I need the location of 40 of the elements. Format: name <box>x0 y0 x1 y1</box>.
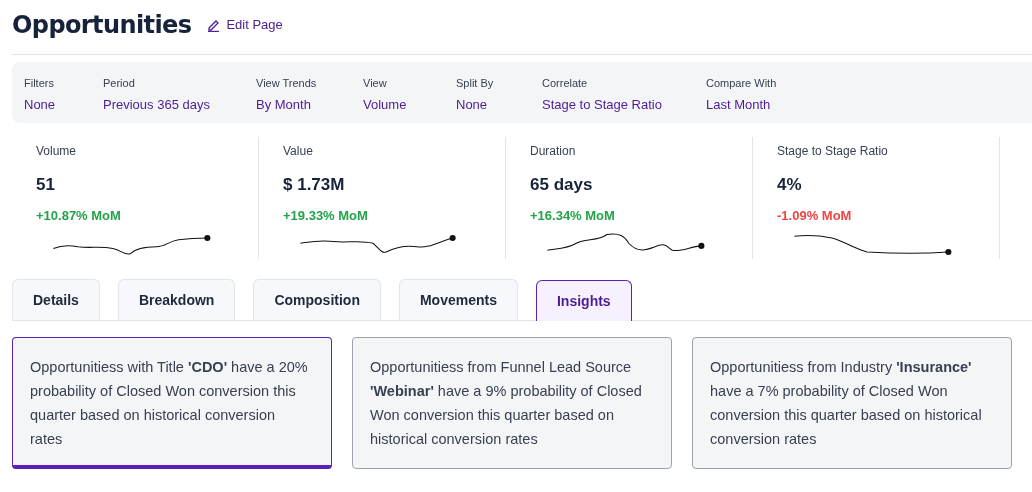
metric-label: Volume <box>36 143 77 160</box>
metric-value: $ 1.73M <box>283 174 345 196</box>
filter-value-link[interactable]: Volume <box>363 94 407 114</box>
metric-change: +19.33% MoM <box>283 206 368 225</box>
insight-card[interactable]: Opportunitiess from Funnel Lead Source 'Webinar' have a 9% probability of Closed Won conversion this quarter based on historical conversion rates <box>352 337 672 469</box>
filter-value-link[interactable]: None <box>456 94 488 114</box>
filter-label: View Trends <box>256 76 318 91</box>
tab[interactable]: Insights <box>535 280 632 321</box>
edit-page-link[interactable]: Edit Page <box>207 15 283 35</box>
insight-text: Opportunitiess from Industry 'Insurance' have a 7% probability of Closed Won conversion this quarter based on historical conversion rates <box>710 358 983 449</box>
filter-value-link[interactable]: Last Month <box>706 94 771 114</box>
pencil-icon <box>207 18 221 32</box>
metric-value: 4% <box>777 174 802 196</box>
metric-value: 65 days <box>530 174 593 196</box>
filter-label: View <box>363 76 388 91</box>
filter-value-link[interactable]: By Month <box>256 94 311 114</box>
insight-text: Opportunitiess with Title 'CDO' have a 20% probability of Closed Won conversion this quarter based on historical conversion rates <box>30 358 309 449</box>
tab[interactable]: Breakdown <box>117 279 236 320</box>
filter-label: Correlate <box>542 76 589 91</box>
filter-value-link[interactable]: Stage to Stage Ratio <box>542 94 662 114</box>
tab[interactable]: Movements <box>398 279 518 320</box>
metric-label: Value <box>283 143 313 160</box>
filter-label: Filters <box>24 76 55 91</box>
filter-label: Period <box>103 76 136 91</box>
metric-change: +10.87% MoM <box>36 206 121 225</box>
page-title: Opportunities <box>12 10 192 41</box>
insight-text: Opportunitiess from Funnel Lead Source 'Webinar' have a 9% probability of Closed Won conversion this quarter based on historical conversion rates <box>370 358 643 449</box>
filter-value-link[interactable]: Previous 365 days <box>103 94 210 114</box>
filter-value-link[interactable]: None <box>24 94 56 114</box>
tab[interactable]: Details <box>12 279 100 320</box>
tab[interactable]: Composition <box>253 279 381 320</box>
filter-label: Split By <box>456 76 495 91</box>
insight-card[interactable]: Opportunitiess from Industry 'Insurance' have a 7% probability of Closed Won conversion this quarter based on historical conversion rates <box>692 337 1012 469</box>
metric-change: -1.09% MoM <box>777 206 852 225</box>
metric-label: Duration <box>530 143 576 160</box>
insight-card[interactable]: Opportunitiess with Title 'CDO' have a 20% probability of Closed Won conversion this quarter based on historical conversion rates <box>12 337 332 469</box>
metric-value: 51 <box>36 174 55 196</box>
metric-label: Stage to Stage Ratio <box>777 143 888 160</box>
metric-change: +16.34% MoM <box>530 206 615 225</box>
filter-label: Compare With <box>706 76 778 91</box>
